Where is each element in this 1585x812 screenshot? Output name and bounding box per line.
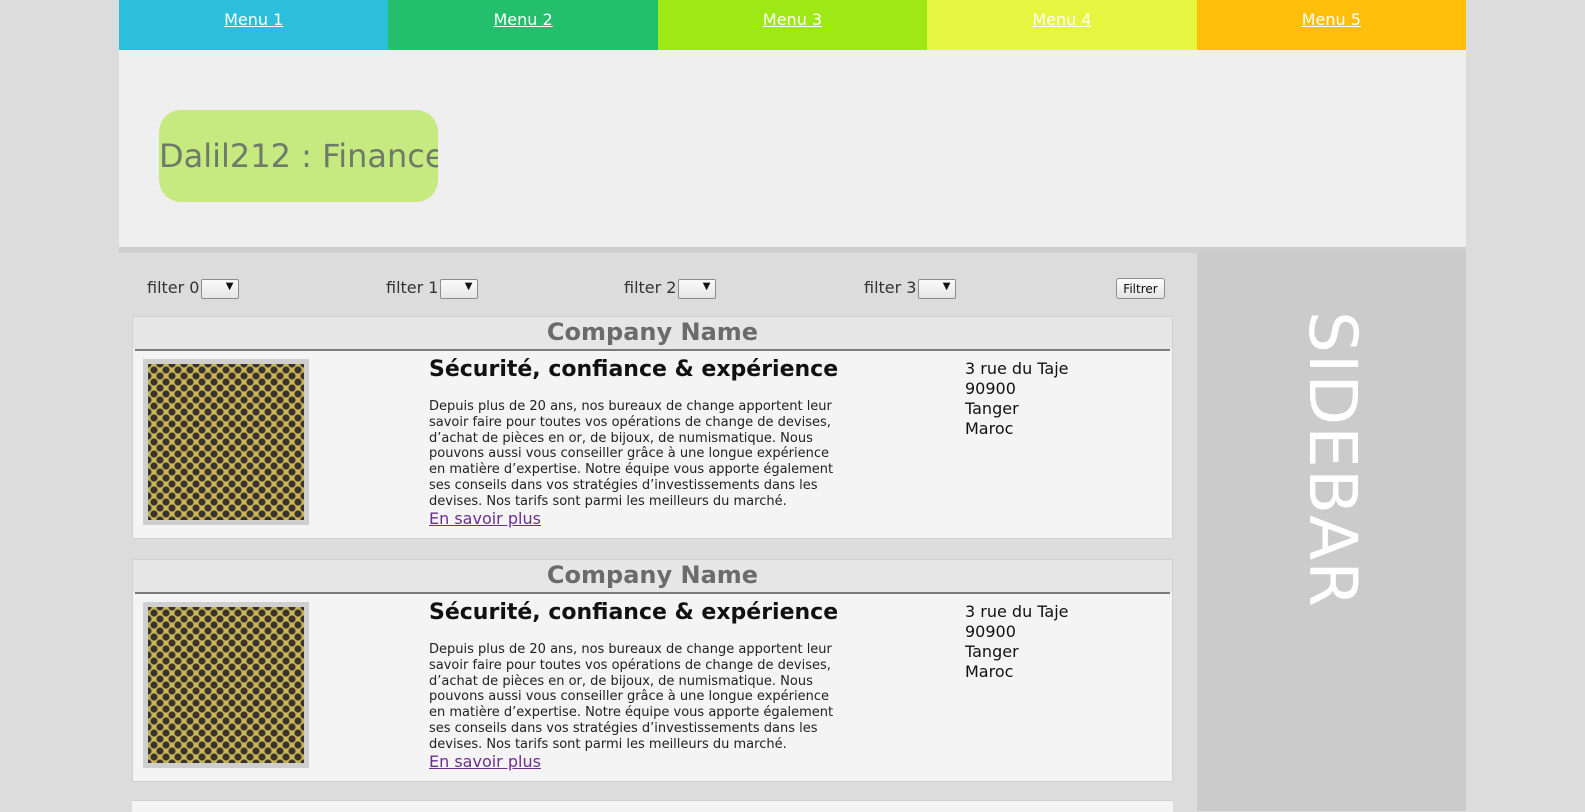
- filter-0-label: filter 0: [147, 278, 200, 297]
- listing-description: Depuis plus de 20 ans, nos bureaux de ch…: [429, 399, 834, 509]
- filter-1: filter 1 ▼: [386, 277, 479, 299]
- page-header: Dalil212 : Finance: [119, 50, 1466, 247]
- read-more-link[interactable]: En savoir plus: [429, 509, 541, 528]
- read-more-link[interactable]: En savoir plus: [429, 752, 541, 771]
- filter-bar: filter 0 ▼ filter 1 ▼ filter 2 ▼ filter …: [119, 253, 1187, 313]
- card-divider: [135, 592, 1170, 594]
- listing-card: Company Name Sécurité, confiance & expér…: [132, 316, 1173, 539]
- filter-3: filter 3 ▼: [864, 277, 957, 299]
- address-postcode: 90900: [965, 622, 1016, 641]
- listing-title: Sécurité, confiance & expérience: [429, 357, 839, 382]
- company-image: [143, 602, 309, 768]
- company-image-pattern: [148, 364, 304, 520]
- address-postcode: 90900: [965, 379, 1016, 398]
- listing-address: 3 rue du Taje 90900 Tanger Maroc: [965, 602, 1069, 682]
- site-logo[interactable]: Dalil212 : Finance: [159, 110, 438, 202]
- listing-description: Depuis plus de 20 ans, nos bureaux de ch…: [429, 642, 834, 752]
- filter-submit-button[interactable]: Filtrer: [1116, 278, 1165, 299]
- listing-card: Company Name Sécurité, confiance & expér…: [132, 559, 1173, 782]
- filter-3-select[interactable]: [918, 279, 957, 299]
- company-image-pattern: [148, 607, 304, 763]
- company-name: Company Name: [133, 560, 1172, 592]
- filter-1-select[interactable]: [440, 279, 479, 299]
- address-street: 3 rue du Taje: [965, 602, 1069, 621]
- filter-2-select[interactable]: [678, 279, 717, 299]
- sidebar: SIDEBAR: [1197, 253, 1466, 811]
- filter-2-label: filter 2: [624, 278, 677, 297]
- company-image: [143, 359, 309, 525]
- filter-1-label: filter 1: [386, 278, 439, 297]
- nav-menu-2[interactable]: Menu 2: [388, 0, 658, 50]
- listing-address: 3 rue du Taje 90900 Tanger Maroc: [965, 359, 1069, 439]
- sidebar-label: SIDEBAR: [1294, 311, 1371, 609]
- nav-menu-3[interactable]: Menu 3: [657, 0, 928, 50]
- page-wrapper: Menu 1 Menu 2 Menu 3 Menu 4 Menu 5 Dalil…: [119, 0, 1467, 812]
- nav-menu-4[interactable]: Menu 4: [927, 0, 1197, 50]
- filter-0-select[interactable]: [201, 279, 240, 299]
- company-name: Company Name: [133, 317, 1172, 349]
- filter-2: filter 2 ▼: [624, 277, 717, 299]
- nav-menu-1[interactable]: Menu 1: [119, 0, 389, 50]
- top-nav: Menu 1 Menu 2 Menu 3 Menu 4 Menu 5: [119, 0, 1467, 50]
- address-street: 3 rue du Taje: [965, 359, 1069, 378]
- address-country: Maroc: [965, 662, 1014, 681]
- card-divider: [135, 349, 1170, 351]
- nav-menu-5[interactable]: Menu 5: [1196, 0, 1467, 50]
- filter-0: filter 0 ▼: [147, 277, 240, 299]
- listing-title: Sécurité, confiance & expérience: [429, 600, 839, 625]
- address-city: Tanger: [965, 399, 1019, 418]
- address-country: Maroc: [965, 419, 1014, 438]
- address-city: Tanger: [965, 642, 1019, 661]
- next-listing-edge: [132, 800, 1173, 812]
- filter-3-label: filter 3: [864, 278, 917, 297]
